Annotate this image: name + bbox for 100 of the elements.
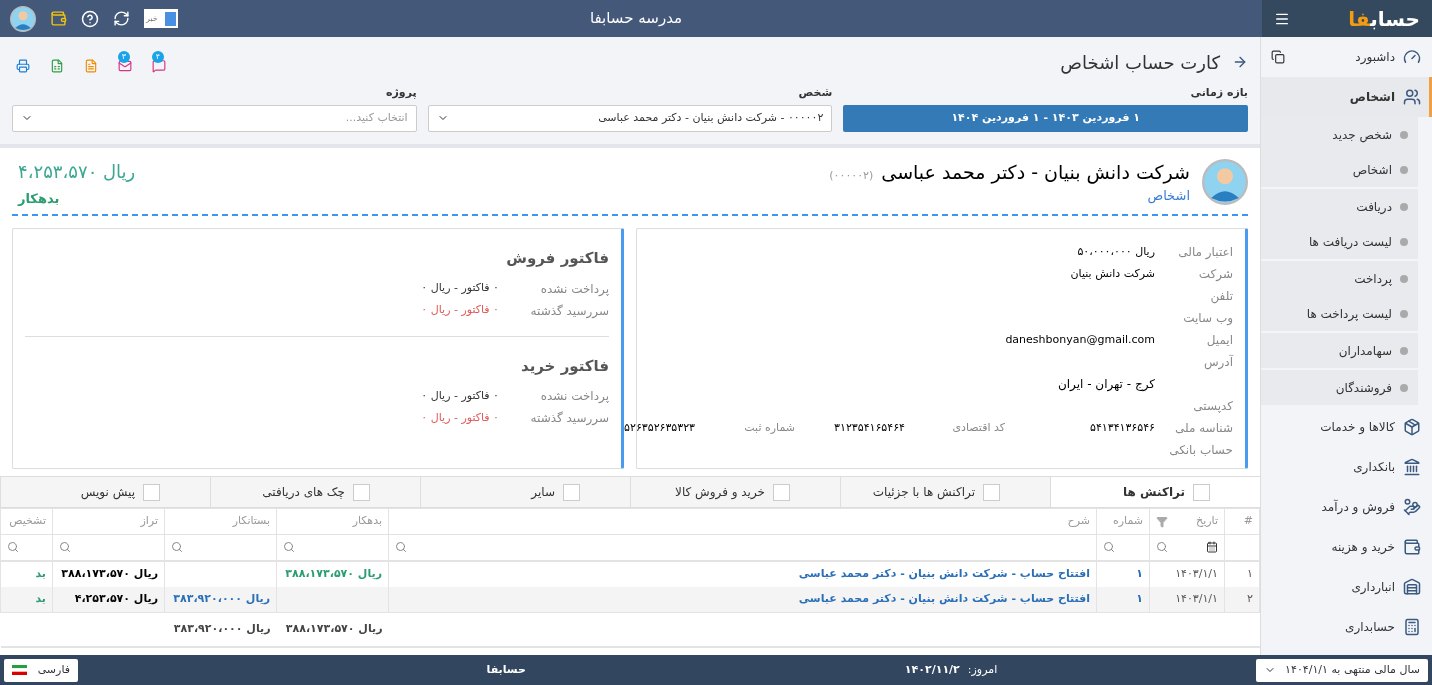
back-arrow-icon[interactable] (1232, 54, 1248, 70)
checkbox[interactable] (353, 483, 370, 501)
bullet-icon (1400, 237, 1408, 246)
avatar (10, 5, 36, 32)
section-title: فاکتور خرید (520, 355, 609, 377)
field-value: ۵۴۱۳۴۱۳۶۵۴۶ (1089, 419, 1155, 436)
checkbox[interactable] (983, 483, 1000, 501)
fiscal-year-select[interactable]: سال مالی منتهی به ۱۴۰۴/۱/۱ (1256, 658, 1428, 682)
table-cell: ۱۴۰۳/۱/۱ (1175, 592, 1218, 605)
search-icon[interactable] (1156, 541, 1168, 554)
help-icon[interactable] (81, 9, 99, 28)
sidebar-subitem[interactable]: شخص جدید (1261, 117, 1418, 152)
sidebar-subitem[interactable]: اشخاص (1261, 152, 1418, 187)
bullet-icon (1400, 130, 1408, 139)
search-icon[interactable] (59, 541, 71, 554)
description-link[interactable]: افتتاح حساب - شرکت دانش بنیان - دکتر محمد عباسی (798, 566, 1090, 580)
invoice-summary: ۰ فاکتور - ریال ۰ (421, 302, 499, 319)
field-value: daneshbonyan@gmail.com (1005, 331, 1155, 348)
tab[interactable]: خرید و فروش کالا (630, 477, 840, 507)
invoice-summary: ۰ فاکتور - ریال ۰ (421, 387, 499, 404)
table-cell: بد (35, 566, 46, 580)
sidebar-item[interactable]: داشبورد (1261, 37, 1432, 77)
checkbox[interactable] (1193, 483, 1210, 501)
description-link[interactable]: افتتاح حساب - شرکت دانش بنیان - دکتر محمد عباسی (798, 592, 1090, 605)
pdf-icon (84, 59, 98, 73)
invoice-summary: ۰ فاکتور - ریال ۰ (421, 409, 499, 426)
field-value: شرکت دانش بنیان (1069, 265, 1155, 282)
tab[interactable]: چک های دریافتی (210, 477, 420, 507)
bullet-icon (1400, 274, 1408, 283)
tab[interactable]: تراکنش ها (1050, 477, 1260, 507)
sidebar-item[interactable]: حسابداری (1261, 607, 1432, 647)
calculator-icon (1403, 618, 1421, 636)
sidebar-subitem[interactable]: دریافت (1261, 189, 1418, 224)
bullet-icon (1400, 346, 1408, 355)
search-icon[interactable] (171, 541, 183, 554)
date-range-button[interactable]: ۱ فروردین ۱۴۰۳ - ۱ فروردین ۱۴۰۴ (843, 104, 1248, 132)
table-cell: ریال ۳۸۸،۱۷۳،۵۷۰ (285, 566, 382, 580)
language-select[interactable]: فارسی (4, 658, 78, 682)
table-cell: بد (35, 592, 46, 605)
today-date: ۱۴۰۲/۱۱/۲ (904, 661, 960, 678)
sidebar-item[interactable]: بانکداری (1261, 447, 1432, 487)
field-label: شرکت (1197, 266, 1233, 283)
checkbox[interactable] (143, 483, 160, 501)
tab[interactable]: تراکنش ها با جزئیات (840, 477, 1050, 507)
filter-cell[interactable] (1224, 534, 1260, 561)
bullet-icon (1400, 309, 1408, 318)
field-label: ایمیل (1205, 332, 1233, 349)
sidebar-item[interactable]: انبارداری (1261, 567, 1432, 607)
person-select[interactable]: ۰۰۰۰۰۲ - شرکت دانش بنیان - دکتر محمد عباسی (427, 104, 833, 132)
calendar-icon[interactable] (1206, 541, 1218, 554)
field-label: پروژه (385, 85, 417, 101)
avatar (1202, 158, 1248, 205)
news-toggle[interactable]: خبر (144, 9, 178, 28)
sidebar-subitem[interactable]: پرداخت (1261, 261, 1418, 296)
field-label: شماره ثبت (743, 419, 795, 436)
checkbox[interactable] (773, 483, 790, 501)
table-cell: ۱ (1247, 566, 1253, 580)
people-icon (1403, 88, 1421, 106)
today-label: امروز: (967, 661, 998, 678)
coins-icon (1403, 498, 1421, 516)
total-credit: ریال ۳۸۳،۹۲۰،۰۰۰ (173, 622, 271, 635)
sidebar-subitem[interactable]: لیست دریافت ها (1261, 224, 1418, 259)
sidebar-item[interactable]: خرید و هزینه (1261, 527, 1432, 567)
tab[interactable]: سایر (420, 477, 630, 507)
copy-icon[interactable] (1271, 50, 1285, 64)
field-label: آدرس (1202, 353, 1233, 371)
field-label: پرداخت نشده (539, 280, 609, 298)
mail-icon (118, 59, 132, 73)
sidebar-subitem[interactable]: سهامداران (1261, 333, 1418, 368)
refresh-icon[interactable] (113, 10, 130, 27)
search-icon[interactable] (7, 541, 19, 554)
spreadsheet-icon (50, 59, 64, 73)
search-icon[interactable] (283, 541, 295, 554)
sidebar-item[interactable]: کالاها و خدمات (1261, 407, 1432, 447)
field-value: ۳۱۲۳۵۴۱۶۵۴۶۴ (833, 419, 905, 436)
wallet-icon[interactable] (50, 10, 67, 27)
flag-icon (12, 665, 27, 675)
sidebar-subitem[interactable]: فروشندگان (1261, 370, 1418, 405)
sidebar-item[interactable]: اشخاص (1261, 77, 1432, 117)
table-cell: ریال ۳۸۳،۹۲۰،۰۰۰ (173, 592, 270, 605)
field-label: تلفن (1209, 288, 1233, 305)
field-label: کدپستی (1192, 398, 1233, 415)
box-icon (1403, 418, 1421, 436)
field-value: ریال ۵۰،۰۰۰،۰۰۰ (1076, 243, 1155, 260)
logo[interactable]: حسابفا (1348, 3, 1420, 34)
window-title: مدرسه حسابفا (589, 8, 683, 30)
search-icon[interactable] (1103, 541, 1115, 554)
field-label: اعتبار مالی (1177, 244, 1233, 261)
sidebar-subitem[interactable]: لیست پرداخت ها (1261, 296, 1418, 331)
checkbox[interactable] (563, 483, 580, 501)
tab[interactable]: پیش نویس (0, 477, 210, 507)
sidebar-item[interactable]: فروش و درآمد (1261, 487, 1432, 527)
table-cell: ریال ۴،۲۵۳،۵۷۰ (74, 592, 158, 605)
filter-icon[interactable] (1156, 515, 1168, 528)
total-debit: ریال ۳۸۸،۱۷۳،۵۷۰ (285, 622, 383, 635)
category-link[interactable]: اشخاص (829, 186, 1190, 206)
search-icon[interactable] (395, 541, 407, 554)
field-label: سررسید گذشته (529, 410, 609, 427)
section-title: فاکتور فروش (505, 248, 609, 269)
warehouse-icon (1403, 578, 1421, 596)
